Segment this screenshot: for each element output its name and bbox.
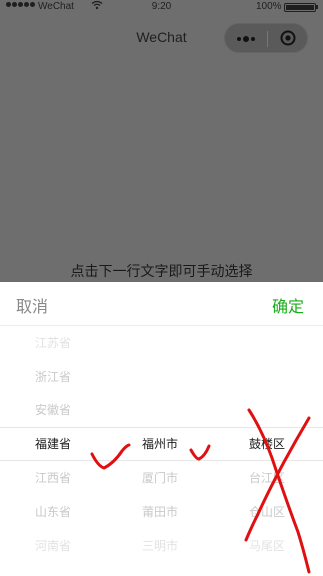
picker-option-selected[interactable]: 福州市 (142, 427, 178, 461)
more-options-icon[interactable] (237, 36, 255, 42)
province-column[interactable]: 江苏省 浙江省 安徽省 福建省 江西省 山东省 河南省 (35, 326, 125, 576)
picker-option[interactable]: 台江区 (249, 461, 285, 495)
picker-option[interactable]: 浙江省 (35, 360, 71, 394)
picker-option[interactable]: 厦门市 (142, 461, 178, 495)
status-bar: WeChat 9:20 100% (0, 0, 323, 14)
cancel-button[interactable]: 取消 (16, 293, 48, 317)
mini-program-page: WeChat 9:20 100% WeChat 点击下一行文字即可手动选择 取消… (0, 0, 323, 576)
close-mini-program-icon[interactable] (280, 30, 296, 46)
battery-percent: 100% (256, 1, 282, 12)
picker-option[interactable]: 仓山区 (249, 495, 285, 529)
picker-option-selected[interactable]: 福建省 (35, 427, 71, 461)
picker-header: 取消 确定 (0, 282, 323, 326)
picker-option-selected[interactable]: 鼓楼区 (249, 427, 285, 461)
battery-tip (316, 5, 318, 9)
district-column[interactable]: 鼓楼区 台江区 仓山区 马尾区 (249, 326, 319, 576)
confirm-button[interactable]: 确定 (272, 293, 304, 317)
picker-option[interactable]: 江西省 (35, 461, 71, 495)
picker-columns: 江苏省 浙江省 安徽省 福建省 江西省 山东省 河南省 福州市 厦门市 莆田市 … (0, 326, 323, 576)
battery-icon (284, 3, 316, 12)
picker-option[interactable]: 安徽省 (35, 393, 71, 427)
capsule-menu (224, 23, 308, 53)
bottom-safe-area (0, 558, 323, 576)
region-picker: 取消 确定 江苏省 浙江省 安徽省 福建省 江西省 山东省 河南省 福州市 厦门… (0, 282, 323, 576)
capsule-divider (267, 31, 268, 47)
city-column[interactable]: 福州市 厦门市 莆田市 三明市 (142, 326, 232, 576)
manual-select-hint[interactable]: 点击下一行文字即可手动选择 (0, 261, 323, 281)
picker-option[interactable]: 莆田市 (142, 495, 178, 529)
picker-option[interactable]: 江苏省 (35, 326, 71, 360)
picker-option[interactable]: 山东省 (35, 495, 71, 529)
